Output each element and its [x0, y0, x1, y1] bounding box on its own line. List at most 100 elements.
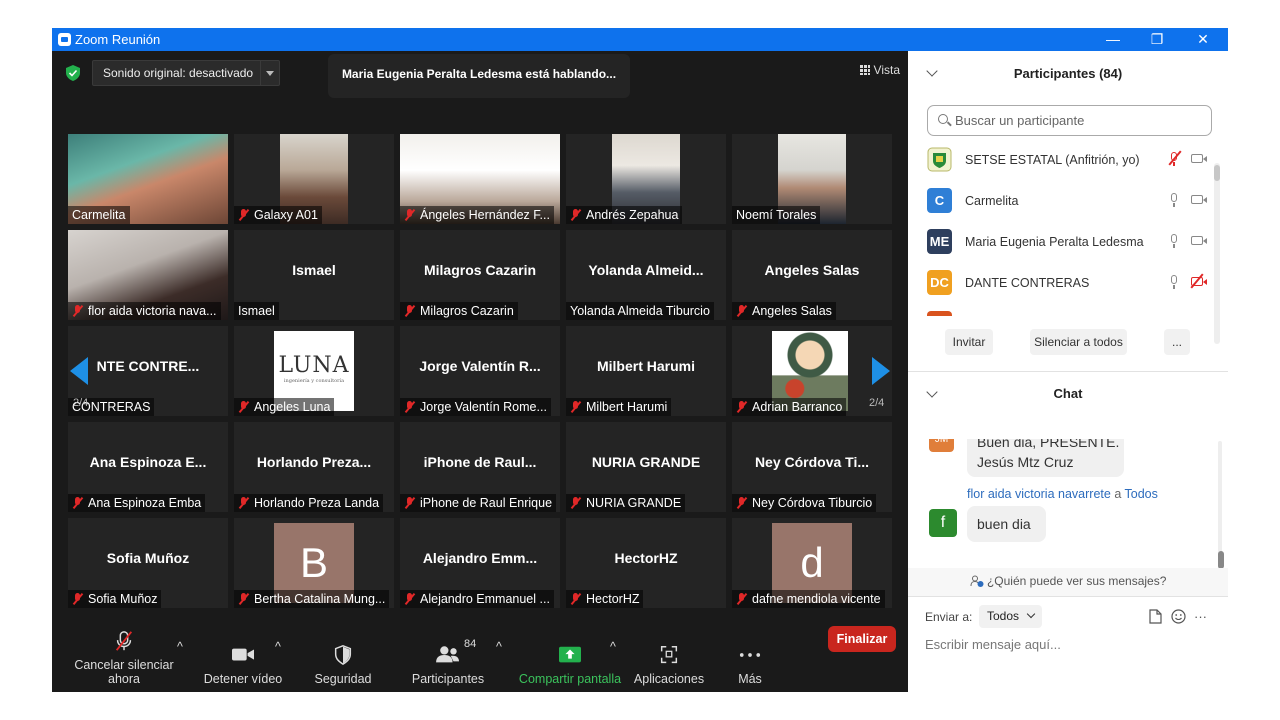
send-to-dropdown[interactable]: Todos: [979, 605, 1043, 628]
participant-name-text: HectorHZ: [586, 592, 640, 606]
participant-name-label: Angeles Salas: [732, 302, 836, 320]
video-tile[interactable]: Milbert Harumi Milbert Harumi: [566, 326, 726, 416]
participant-row[interactable]: DC DANTE CONTRERAS: [908, 264, 1213, 305]
video-tile[interactable]: Yolanda Almeid... Yolanda Almeida Tiburci…: [566, 230, 726, 320]
participant-name-text: Angeles Luna: [254, 400, 331, 414]
security-shield-icon: [334, 645, 352, 666]
share-options-chevron-icon[interactable]: ^: [610, 640, 616, 686]
participant-search-input[interactable]: Buscar un participante: [927, 105, 1212, 136]
original-sound-toggle[interactable]: Sonido original: desactivado: [92, 60, 281, 86]
participant-name-text: Ismael: [238, 304, 275, 318]
chat-message: buen dia: [967, 506, 1046, 542]
video-tile[interactable]: Jorge Valentín R... Jorge Valentín Rome..…: [400, 326, 560, 416]
microphone-icon[interactable]: [1170, 193, 1178, 207]
video-tile[interactable]: Ángeles Hernández F...: [400, 134, 560, 224]
video-tile[interactable]: Noemí Torales: [732, 134, 892, 224]
share-screen-button[interactable]: Compartir pantalla: [518, 644, 622, 686]
who-can-see-link[interactable]: ¿Quién puede ver sus mensajes?: [908, 574, 1228, 588]
video-tile[interactable]: Galaxy A01: [234, 134, 394, 224]
participant-row[interactable]: SETSE ESTATAL (Anfitrión, yo): [908, 141, 1213, 182]
close-button[interactable]: ✕: [1180, 28, 1226, 51]
muted-microphone-icon: [404, 305, 416, 317]
chat-scrollbar-thumb[interactable]: [1218, 551, 1224, 569]
more-label: Más: [738, 672, 762, 686]
video-camera-icon[interactable]: [1191, 154, 1207, 163]
muted-microphone-icon: [404, 497, 416, 509]
search-icon: [938, 114, 948, 124]
emoji-icon[interactable]: [1171, 609, 1186, 624]
video-tile[interactable]: Ismael Ismael: [234, 230, 394, 320]
participant-display-name: Yolanda Almeid...: [588, 262, 704, 278]
video-tile[interactable]: iPhone de Raul... iPhone de Raul Enrique: [400, 422, 560, 512]
video-tile[interactable]: flor aida victoria nava...: [68, 230, 228, 320]
video-camera-icon[interactable]: [1191, 195, 1207, 204]
participant-name-text: Sofia Muñoz: [88, 592, 158, 606]
video-tile[interactable]: B Bertha Catalina Mung...: [234, 518, 394, 608]
video-tile[interactable]: NTE CONTRE... CONTRERAS: [68, 326, 228, 416]
chat-messages: JM Buen dia, PRESENTE. Jesús Mtz Cruz fl…: [908, 439, 1228, 569]
video-tile[interactable]: Adrian Barranco: [732, 326, 892, 416]
share-screen-label: Compartir pantalla: [518, 672, 622, 686]
participant-name-label: Alejandro Emmanuel ...: [400, 590, 554, 608]
invite-button[interactable]: Invitar: [945, 329, 993, 355]
participant-name: Carmelita: [965, 194, 1019, 208]
restore-button[interactable]: ❐: [1134, 28, 1180, 51]
mute-all-button[interactable]: Silenciar a todos: [1030, 329, 1127, 355]
participant-name-text: Adrian Barranco: [752, 400, 843, 414]
security-button[interactable]: Seguridad: [310, 644, 376, 686]
encryption-shield-icon[interactable]: [66, 65, 80, 81]
next-page-arrow-icon[interactable]: [872, 357, 890, 385]
previous-page-arrow-icon[interactable]: [70, 357, 88, 385]
video-tile[interactable]: Ana Espinoza E... Ana Espinoza Emba: [68, 422, 228, 512]
video-tile[interactable]: Andrés Zepahua: [566, 134, 726, 224]
unmute-label: Cancelar silenciar ahora: [74, 658, 174, 686]
participant-row[interactable]: C Carmelita: [908, 182, 1213, 223]
chat-sender[interactable]: flor aida victoria navarrete: [967, 487, 1111, 501]
microphone-icon[interactable]: [1170, 234, 1178, 248]
participants-title: Participantes (84): [1013, 66, 1123, 81]
page-indicator-right: 2/4: [869, 397, 885, 409]
video-tile[interactable]: HectorHZ HectorHZ: [566, 518, 726, 608]
participants-more-button[interactable]: ...: [1164, 329, 1190, 355]
video-tile[interactable]: Carmelita: [68, 134, 228, 224]
view-button[interactable]: Vista: [859, 63, 900, 77]
chat-message-input[interactable]: Escribir mensaje aquí...: [925, 637, 1061, 652]
participant-avatar: [927, 311, 952, 316]
video-tile[interactable]: NURIA GRANDE NURIA GRANDE: [566, 422, 726, 512]
participant-name-label: Adrian Barranco: [732, 398, 847, 416]
participant-name-text: flor aida victoria nava...: [88, 304, 217, 318]
end-meeting-button[interactable]: Finalizar: [828, 626, 896, 652]
chevron-down-icon[interactable]: [260, 61, 279, 85]
participant-row[interactable]: ME Maria Eugenia Peralta Ledesma: [908, 223, 1213, 264]
stop-video-button[interactable]: Detener vídeo: [202, 644, 284, 686]
apps-button[interactable]: Aplicaciones: [632, 644, 706, 686]
more-button[interactable]: Más: [728, 644, 772, 686]
unmute-button[interactable]: Cancelar silenciar ahora: [60, 630, 188, 686]
video-tile[interactable]: Milagros Cazarin Milagros Cazarin: [400, 230, 560, 320]
video-tile[interactable]: Ney Córdova Ti... Ney Córdova Tiburcio: [732, 422, 892, 512]
minimize-button[interactable]: —: [1090, 28, 1136, 51]
muted-microphone-icon: [238, 209, 250, 221]
participant-avatar: C: [927, 188, 952, 213]
muted-microphone-icon: [736, 497, 748, 509]
video-camera-icon[interactable]: [1191, 236, 1207, 245]
video-tile[interactable]: Angeles Salas Angeles Salas: [732, 230, 892, 320]
file-icon[interactable]: [1149, 609, 1162, 624]
participants-scroll-track[interactable]: [1214, 163, 1220, 344]
video-tile[interactable]: Sofia Muñoz Sofia Muñoz: [68, 518, 228, 608]
video-options-chevron-icon[interactable]: ^: [275, 640, 281, 686]
video-tile[interactable]: LUNA ingeniería y consultoría Angeles Luna: [234, 326, 394, 416]
stop-video-label: Detener vídeo: [203, 672, 283, 686]
participants-options-chevron-icon[interactable]: ^: [496, 640, 502, 686]
grid-icon: [859, 65, 870, 75]
participant-row[interactable]: [908, 305, 1213, 316]
video-tile[interactable]: Horlando Preza... Horlando Preza Landa: [234, 422, 394, 512]
audio-options-chevron-icon[interactable]: ^: [177, 640, 183, 686]
microphone-icon[interactable]: [1170, 275, 1178, 289]
participant-name-text: Horlando Preza Landa: [254, 496, 380, 510]
chat-more-options[interactable]: ···: [1194, 609, 1207, 624]
participants-scrollbar-thumb[interactable]: [1214, 165, 1220, 181]
person-info-icon: [970, 575, 984, 587]
video-tile[interactable]: d dafne mendiola vicente: [732, 518, 892, 608]
video-tile[interactable]: Alejandro Emm... Alejandro Emmanuel ...: [400, 518, 560, 608]
